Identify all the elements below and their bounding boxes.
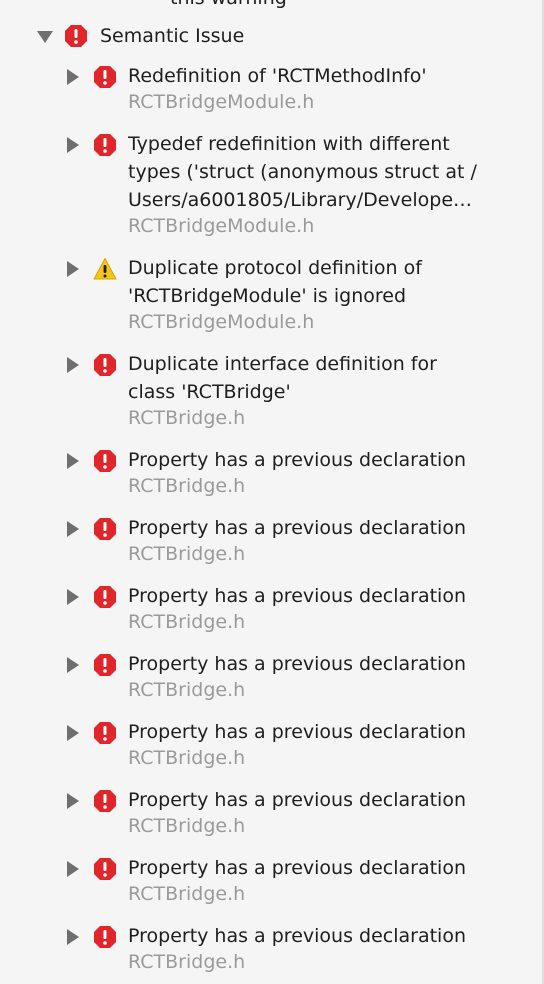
issue-message-line: Users/a6001805/Library/Develope… [128, 189, 473, 211]
issue-message-line: Property has a previous declaration [128, 449, 466, 471]
issue-message: Property has a previous declaration [128, 650, 528, 678]
issue-navigator: this warning Semantic Issue Redefinition… [0, 0, 544, 984]
issue-message: Property has a previous declaration [128, 718, 528, 746]
issue-file-name: RCTBridgeModule.h [128, 215, 315, 237]
error-icon [94, 450, 116, 472]
issue-file-name: RCTBridge.h [128, 679, 246, 701]
issue-message: Property has a previous declaration [128, 786, 528, 814]
issue-file-name: RCTBridge.h [128, 747, 246, 769]
disclosure-collapsed-icon[interactable] [67, 69, 79, 85]
issue-message-line: Duplicate interface definition for [128, 353, 437, 375]
issue-message-line: Property has a previous declaration [128, 585, 466, 607]
issue-file-name: RCTBridge.h [128, 407, 246, 429]
disclosure-expanded-icon[interactable] [37, 31, 53, 43]
issue-message-line: Redefinition of 'RCTMethodInfo' [128, 65, 427, 87]
issue-message: Property has a previous declaration [128, 854, 528, 882]
disclosure-collapsed-icon[interactable] [67, 929, 79, 945]
disclosure-collapsed-icon[interactable] [67, 357, 79, 373]
issue-message-line: Property has a previous declaration [128, 517, 466, 539]
issue-message-line: Property has a previous declaration [128, 721, 466, 743]
issue-message-line: class 'RCTBridge' [128, 381, 291, 403]
issue-message: Property has a previous declaration [128, 922, 528, 950]
issue-message: Typedef redefinition with different types… [128, 130, 528, 214]
issue-file-name: RCTBridgeModule.h [128, 91, 315, 113]
disclosure-collapsed-icon[interactable] [67, 657, 79, 673]
disclosure-collapsed-icon[interactable] [67, 261, 79, 277]
error-icon [94, 354, 116, 376]
error-icon [94, 654, 116, 676]
disclosure-collapsed-icon[interactable] [67, 793, 79, 809]
disclosure-collapsed-icon[interactable] [67, 725, 79, 741]
error-icon [94, 858, 116, 880]
issue-group-semantic[interactable]: Semantic Issue [0, 22, 540, 50]
error-icon [65, 25, 87, 47]
issue-message: Redefinition of 'RCTMethodInfo' [128, 62, 528, 90]
issue-file-name: RCTBridge.h [128, 543, 246, 565]
error-icon [94, 926, 116, 948]
issue-message-line: Property has a previous declaration [128, 789, 466, 811]
disclosure-collapsed-icon[interactable] [67, 589, 79, 605]
issue-file-name: RCTBridge.h [128, 611, 246, 633]
issue-message: Duplicate interface definition for class … [128, 350, 528, 406]
disclosure-collapsed-icon[interactable] [67, 137, 79, 153]
error-icon [94, 722, 116, 744]
error-icon [94, 790, 116, 812]
issue-message: Property has a previous declaration [128, 514, 528, 542]
issue-message-line: Typedef redefinition with different [128, 133, 450, 155]
issue-message-line: types ('struct (anonymous struct at / [128, 161, 477, 183]
issue-message: Duplicate protocol definition of 'RCTBrid… [128, 254, 528, 310]
issue-message-line: Property has a previous declaration [128, 653, 466, 675]
warning-icon [93, 258, 117, 280]
disclosure-collapsed-icon[interactable] [67, 861, 79, 877]
issue-file-name: RCTBridge.h [128, 475, 246, 497]
issue-group-title: Semantic Issue [100, 25, 245, 47]
error-icon [94, 518, 116, 540]
disclosure-collapsed-icon[interactable] [67, 453, 79, 469]
issue-file-name: RCTBridge.h [128, 815, 246, 837]
issue-message: Property has a previous declaration [128, 446, 528, 474]
error-icon [94, 586, 116, 608]
issue-message-line: Property has a previous declaration [128, 925, 466, 947]
issue-message: Property has a previous declaration [128, 582, 528, 610]
issue-message-line: Property has a previous declaration [128, 857, 466, 879]
issue-message-line: 'RCTBridgeModule' is ignored [128, 285, 407, 307]
issue-file-name: RCTBridge.h [128, 951, 246, 973]
disclosure-collapsed-icon[interactable] [67, 521, 79, 537]
issue-file-name: RCTBridgeModule.h [128, 311, 315, 333]
error-icon [94, 134, 116, 156]
issue-file-name: RCTBridge.h [128, 883, 246, 905]
truncated-issue-text: this warning [170, 0, 287, 8]
issue-message-line: Duplicate protocol definition of [128, 257, 422, 279]
error-icon [94, 66, 116, 88]
